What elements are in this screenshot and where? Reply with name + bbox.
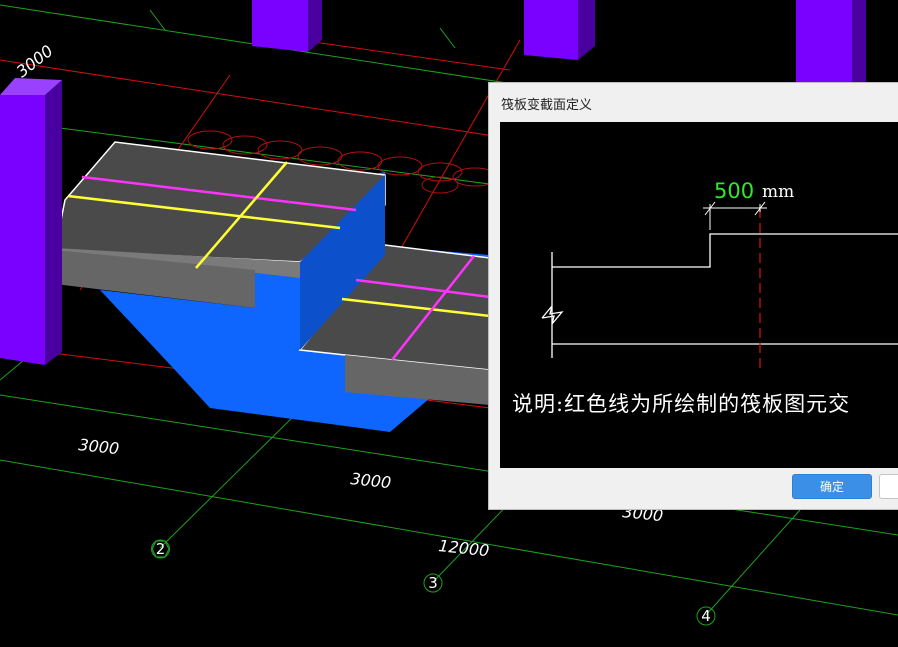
axis-marker-2[interactable]: 2 (151, 539, 170, 559)
column-top-3 (796, 0, 866, 95)
axis-marker-4[interactable]: 4 (696, 606, 716, 626)
preview-note: 说明:红色线为所绘制的筏板图元交 (512, 392, 851, 416)
dialog-title: 筏板变截面定义 (501, 97, 593, 112)
dimension-line (703, 201, 767, 230)
column-left (0, 78, 62, 365)
ok-button[interactable]: 确定 (792, 474, 872, 499)
raft-section-change-dialog: 筏板变截面定义 500 mm 说明:红色线为所绘制的筏板图元交 确定 (488, 82, 898, 510)
axis-marker-3[interactable]: 3 (423, 573, 443, 593)
dimension-unit: mm (762, 182, 794, 202)
dimension-value: 500 (714, 179, 754, 203)
dimension-label: 3000 (78, 435, 120, 458)
axis-label: 2 (156, 540, 166, 558)
section-outline (541, 233, 898, 358)
dimension-label: 3000 (350, 469, 392, 492)
axis-label: 4 (701, 607, 711, 625)
dimension-label: 12000 (438, 536, 491, 560)
cancel-button[interactable] (879, 474, 898, 499)
column-top-1 (252, 0, 322, 52)
section-preview: 500 mm 说明:红色线为所绘制的筏板图元交 (500, 122, 898, 468)
dimension-label: 3000 (13, 41, 57, 81)
axis-label: 3 (428, 574, 438, 592)
column-top-2 (524, 0, 595, 60)
